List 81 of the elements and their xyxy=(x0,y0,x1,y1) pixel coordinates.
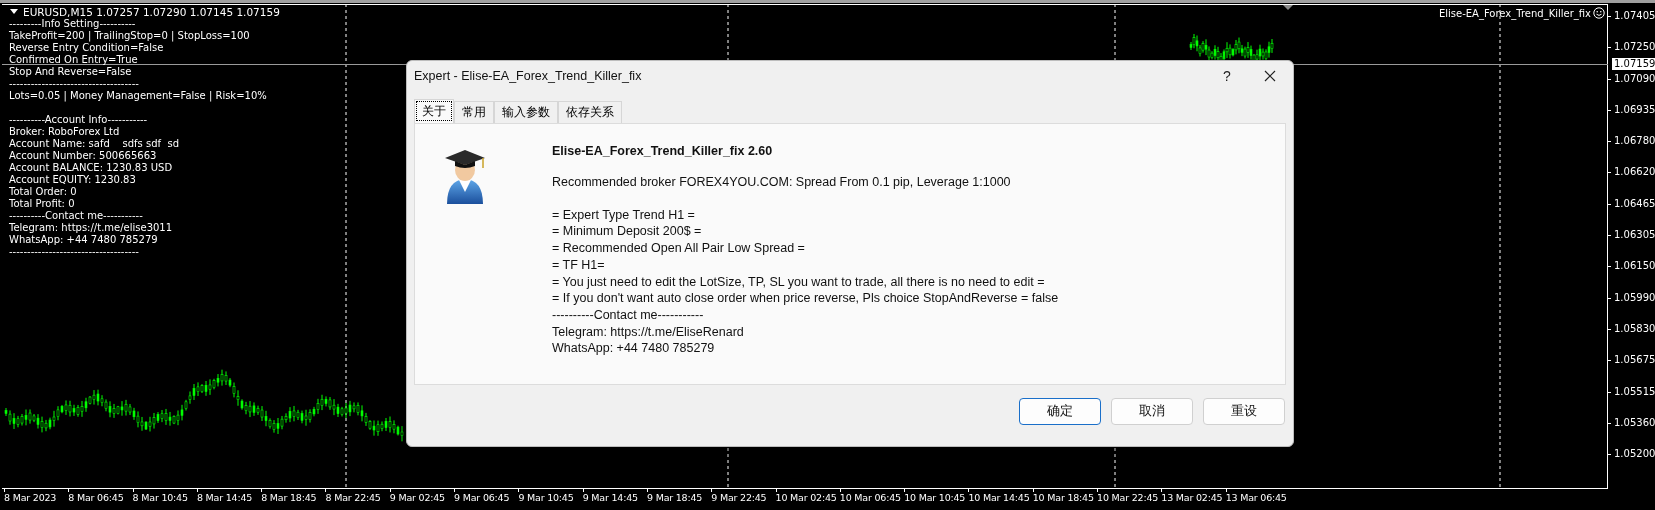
tab[interactable]: 关于 xyxy=(414,99,454,123)
dialog-button[interactable]: 确定 xyxy=(1019,398,1101,425)
time-label: 8 Mar 2023 xyxy=(4,492,58,503)
description-line: = Minimum Deposit 200$ = xyxy=(552,223,703,241)
description-line: = Recommended Open All Pair Low Spread = xyxy=(552,240,806,257)
price-label: 1.06935 xyxy=(1614,103,1655,115)
description-line: = You just need to edit the LotSize, TP, SL you want to trade, all there is no need to edit = xyxy=(552,273,1046,291)
price-label: 1.07090 xyxy=(1614,72,1655,84)
time-label: 8 Mar 22:45 xyxy=(325,492,382,503)
tab[interactable]: 输入参数 xyxy=(494,101,558,123)
price-label: 1.05675 xyxy=(1614,354,1655,366)
description-line: = Expert Type Trend H1 = xyxy=(552,206,696,224)
price-label: 1.06780 xyxy=(1614,135,1655,147)
collapse-icon[interactable] xyxy=(10,9,18,15)
info-line: ----------Account Info----------- xyxy=(9,114,149,126)
shift-marker-icon xyxy=(1283,5,1293,10)
time-label: 9 Mar 22:45 xyxy=(711,492,768,503)
price-label: 1.07405 xyxy=(1614,10,1655,21)
price-label: 1.07250 xyxy=(1614,41,1655,53)
description-line: WhatsApp: +44 7480 785279 xyxy=(552,340,716,358)
price-label: 1.06305 xyxy=(1614,229,1655,241)
symbol-header: EURUSD,M15 1.07257 1.07290 1.07145 1.07159 xyxy=(23,6,280,18)
current-price-label: 1.07159 xyxy=(1612,58,1655,70)
time-label: 8 Mar 14:45 xyxy=(196,492,254,503)
info-line: WhatsApp: +44 7480 785279 xyxy=(9,234,159,246)
tab[interactable]: 依存关系 xyxy=(558,101,622,123)
info-line: ------------------------------------ xyxy=(9,78,140,90)
info-line: Account EQUITY: 1230.83 xyxy=(9,174,137,186)
time-label: 8 Mar 18:45 xyxy=(261,492,318,503)
time-label: 10 Mar 02:45 xyxy=(775,492,838,503)
time-label: 9 Mar 18:45 xyxy=(646,492,704,503)
time-label: 9 Mar 10:45 xyxy=(518,492,575,503)
info-line: Account BALANCE: 1230.83 USD xyxy=(9,162,174,174)
info-line: Account Name: safd sdfs sdf sd xyxy=(9,138,180,150)
expert-name: Elise-EA_Forex_Trend_Killer_fix xyxy=(1438,7,1591,19)
price-label: 1.05515 xyxy=(1614,385,1655,397)
info-line: TakeProfit=200 | TrailingStop=0 | StopLoss=100 xyxy=(9,30,251,42)
description-line: = If you don't want auto close order when price reverse, Pls choice StopAndReverse = false xyxy=(552,290,1059,307)
time-label: 9 Mar 14:45 xyxy=(582,492,639,503)
smiley-icon xyxy=(1593,7,1605,19)
info-line: ---------Info Setting---------- xyxy=(9,18,137,30)
dialog-button[interactable]: 重设 xyxy=(1203,398,1285,425)
time-label: 10 Mar 18:45 xyxy=(1032,492,1095,503)
time-label: 9 Mar 02:45 xyxy=(389,492,446,503)
tab[interactable]: 常用 xyxy=(454,101,494,123)
info-line: Total Order: 0 xyxy=(9,186,78,198)
info-line: Stop And Reverse=False xyxy=(9,66,133,78)
price-label: 1.06150 xyxy=(1614,260,1655,272)
time-label: 10 Mar 22:45 xyxy=(1097,492,1160,503)
time-label: 10 Mar 06:45 xyxy=(839,492,902,503)
description-line: Recommended broker FOREX4YOU.COM: Spread From 0.1 pip, Leverage 1:1000 xyxy=(552,174,1012,191)
info-line: Telegram: https://t.me/elise3011 xyxy=(9,222,174,234)
description-line: Telegram: https://t.me/EliseRenard xyxy=(552,323,745,341)
info-line: Reverse Entry Condition=False xyxy=(9,42,165,54)
price-label: 1.05830 xyxy=(1614,322,1655,334)
close-icon xyxy=(1264,70,1276,82)
expert-heading: Elise-EA_Forex_Trend_Killer_fix 2.60 xyxy=(552,144,774,158)
description-line: = TF H1= xyxy=(552,256,606,274)
price-label: 1.06465 xyxy=(1614,197,1655,209)
time-label: 13 Mar 02:45 xyxy=(1161,492,1224,503)
info-line: Lots=0.05 | Money Management=False | Risk=10% xyxy=(9,90,268,102)
price-label: 1.06620 xyxy=(1614,166,1655,178)
price-label: 1.05990 xyxy=(1614,291,1655,303)
time-label: 13 Mar 06:45 xyxy=(1225,492,1288,503)
window-title: Expert - Elise-EA_Forex_Trend_Killer_fix xyxy=(414,69,643,83)
info-line: Broker: RoboForex Ltd xyxy=(9,126,121,138)
time-label: 8 Mar 06:45 xyxy=(68,492,125,503)
info-line: Confirmed On Entry=True xyxy=(9,54,139,66)
help-button[interactable]: ? xyxy=(1207,61,1247,91)
time-label: 9 Mar 06:45 xyxy=(454,492,511,503)
info-line: ------------------------------------ xyxy=(9,246,140,258)
time-label: 10 Mar 10:45 xyxy=(904,492,967,503)
time-label: 10 Mar 14:45 xyxy=(968,492,1031,503)
info-line: Account Number: 500665663 xyxy=(9,150,158,162)
price-label: 1.05200 xyxy=(1614,448,1655,460)
description-line: ----------Contact me----------- xyxy=(552,306,705,324)
dialog-button[interactable]: 取消 xyxy=(1111,398,1193,425)
price-label: 1.05360 xyxy=(1614,416,1655,428)
info-line: ----------Contact me----------- xyxy=(9,210,144,222)
info-line: Total Profit: 0 xyxy=(9,198,76,210)
time-label: 8 Mar 10:45 xyxy=(132,492,189,503)
